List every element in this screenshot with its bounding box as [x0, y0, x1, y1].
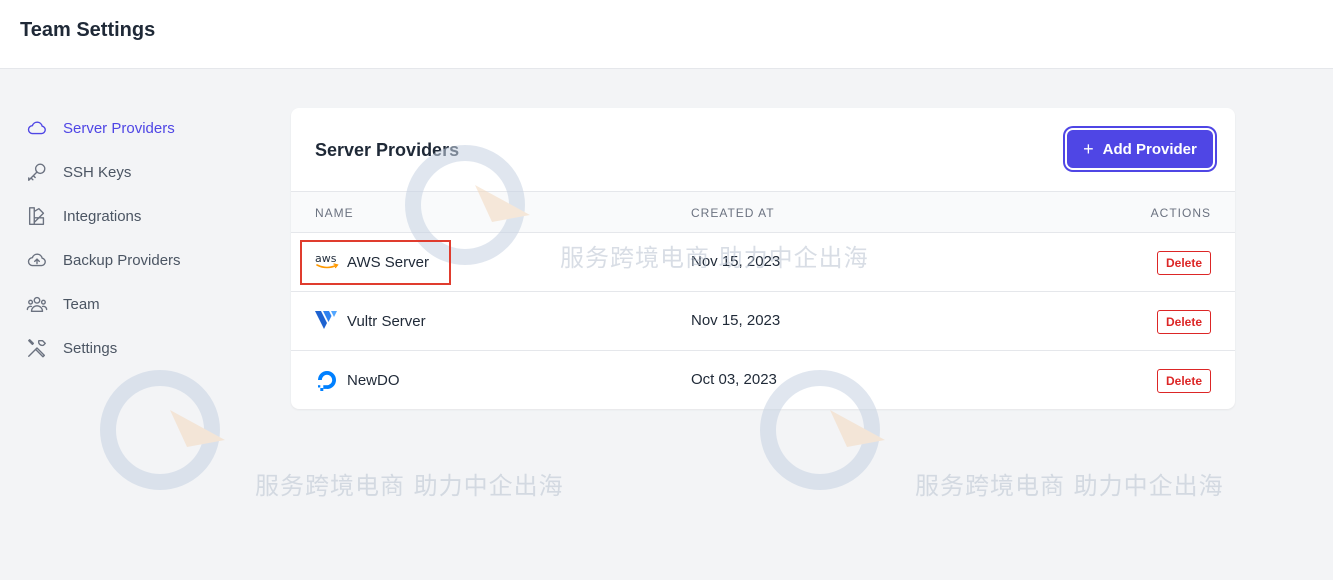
delete-button[interactable]: Delete	[1157, 310, 1211, 334]
sidebar-item-label: Team	[63, 295, 100, 313]
provider-name-cell: NewDO	[315, 351, 400, 409]
table-row: Vultr Server Nov 15, 2023 Delete	[291, 292, 1235, 351]
add-provider-button[interactable]: + Add Provider	[1067, 130, 1213, 168]
aws-logo-icon: aws	[315, 250, 339, 274]
provider-name: Vultr Server	[347, 312, 426, 330]
watermark-logo-icon	[100, 370, 225, 490]
watermark-text: 服务跨境电商 助力中企出海	[915, 472, 1224, 500]
sidebar-item-label: Server Providers	[63, 119, 175, 137]
column-header-actions: ACTIONS	[1150, 206, 1211, 220]
provider-name: AWS Server	[347, 253, 429, 271]
card-header: Server Providers + Add Provider	[291, 108, 1235, 192]
integrations-icon	[26, 204, 54, 228]
sidebar-item-server-providers[interactable]: Server Providers	[24, 106, 264, 150]
sidebar-item-backup-providers[interactable]: Backup Providers	[24, 238, 264, 282]
aws-logo-text: aws	[315, 253, 337, 265]
sidebar-item-label: Settings	[63, 339, 118, 357]
provider-name: NewDO	[347, 371, 400, 389]
watermark-bottom-left: 服务跨境电商 助力中企出海	[95, 370, 563, 505]
sidebar-item-settings[interactable]: Settings	[24, 326, 264, 370]
cloud-upload-icon	[26, 248, 54, 272]
sidebar-item-label: Integrations	[63, 207, 142, 225]
created-at: Oct 03, 2023	[691, 371, 777, 388]
delete-button[interactable]: Delete	[1157, 251, 1211, 275]
add-provider-label: Add Provider	[1102, 140, 1197, 158]
sidebar-item-label: SSH Keys	[63, 163, 132, 181]
table-row: aws AWS Server Nov 15, 2023 Delete	[291, 233, 1235, 292]
provider-name-cell: aws AWS Server	[315, 233, 429, 291]
sidebar-item-integrations[interactable]: Integrations	[24, 194, 264, 238]
tools-icon	[26, 336, 54, 360]
page-title: Team Settings	[20, 19, 156, 41]
created-at: Nov 15, 2023	[691, 312, 781, 329]
watermark-text: 服务跨境电商 助力中企出海	[255, 472, 564, 500]
delete-button[interactable]: Delete	[1157, 369, 1211, 393]
column-header-name: NAME	[315, 206, 354, 220]
plus-icon: +	[1083, 138, 1094, 159]
vultr-logo-icon	[315, 309, 339, 333]
top-bar: Team Settings	[0, 0, 1333, 69]
card-title: Server Providers	[315, 140, 460, 160]
sidebar-item-label: Backup Providers	[63, 251, 181, 269]
table-header: NAME CREATED AT ACTIONS	[291, 192, 1235, 233]
cloud-icon	[26, 116, 54, 140]
sidebar-item-ssh-keys[interactable]: SSH Keys	[24, 150, 264, 194]
server-providers-card: Server Providers + Add Provider NAME CRE…	[291, 108, 1235, 409]
sidebar-item-team[interactable]: Team	[24, 282, 264, 326]
column-header-created-at: CREATED AT	[691, 206, 775, 220]
created-at: Nov 15, 2023	[691, 253, 781, 270]
table-row: NewDO Oct 03, 2023 Delete	[291, 351, 1235, 409]
settings-sidebar: Server Providers SSH Keys Integrations B…	[24, 106, 264, 370]
users-icon	[26, 292, 54, 316]
key-icon	[26, 160, 54, 184]
digitalocean-logo-icon	[315, 368, 339, 392]
provider-name-cell: Vultr Server	[315, 292, 426, 350]
